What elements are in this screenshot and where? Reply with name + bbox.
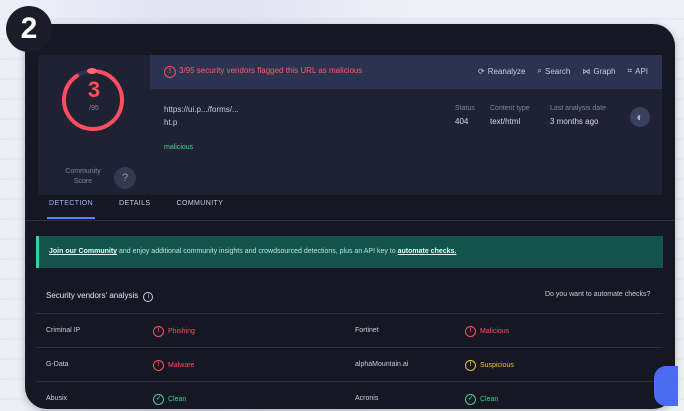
result-label: Suspicious	[480, 362, 514, 369]
search-button[interactable]: ⌕ Search	[538, 66, 571, 76]
result-label: Clean	[168, 396, 187, 403]
graph-icon: ⋈	[582, 66, 591, 76]
header-actions: ⟳ Reanalyze ⌕ Search ⋈ Graph ⌗ API	[478, 66, 648, 76]
vendor-result: ! Suspicious	[465, 360, 514, 371]
tab-divider	[25, 220, 675, 221]
vendor-result: ✓ Clean	[153, 394, 186, 405]
tab-details[interactable]: DETAILS	[117, 200, 152, 219]
result-label: Clean	[480, 396, 499, 403]
vendors-analysis-title: Security vendors' analysis i	[46, 291, 154, 302]
vendor-name: G-Data	[46, 361, 69, 368]
search-icon: ⌕	[537, 66, 542, 75]
warning-icon: !	[153, 326, 164, 337]
community-banner: Join our Community and enjoy additional …	[36, 236, 663, 268]
vendor-result: ! Malware	[153, 360, 194, 371]
result-label: Malware	[168, 362, 195, 369]
vendor-name: Fortinet	[355, 327, 379, 334]
meta-last-analysis: Last analysis date 3 months ago	[550, 105, 607, 126]
row-divider	[36, 313, 663, 314]
tab-detection[interactable]: DETECTION	[47, 200, 96, 219]
warning-icon: !	[153, 360, 164, 371]
detection-score-card: 3 /95 Community Score ?	[38, 55, 150, 195]
vendor-result: ✓ Clean	[465, 394, 498, 405]
alert-icon: !	[164, 66, 176, 78]
result-label: Phishing	[168, 328, 195, 335]
detection-count: 3	[87, 77, 101, 102]
community-score-icon[interactable]: ?	[114, 167, 136, 189]
alert-bar: ! 3/95 security vendors flagged this URL…	[150, 55, 662, 89]
meta-status: Status 404	[455, 105, 475, 126]
automate-checks-link[interactable]: automate checks.	[398, 248, 457, 255]
tab-community[interactable]: COMMUNITY	[175, 200, 226, 219]
row-divider	[36, 347, 663, 348]
tab-bar: DETECTION DETAILS COMMUNITY	[47, 200, 225, 219]
scanned-url[interactable]: https://ui.p.../forms/...	[164, 105, 239, 114]
alert-text: 3/95 security vendors flagged this URL a…	[179, 66, 363, 75]
community-score-label: Community Score	[65, 168, 101, 185]
warning-icon: !	[465, 360, 476, 371]
vendor-name: Abusix	[46, 395, 68, 402]
join-community-link[interactable]: Join our Community	[49, 248, 117, 255]
graph-button[interactable]: ⋈ Graph	[582, 66, 615, 76]
globe-icon: ◐	[630, 107, 650, 127]
chat-widget-button[interactable]	[654, 366, 678, 406]
vendor-result: ! Phishing	[153, 326, 195, 337]
api-icon: ⌗	[627, 66, 633, 75]
vendor-result: ! Malicious	[465, 326, 509, 337]
virustotal-panel: 3 /95 Community Score ? ! 3/95 security …	[25, 24, 675, 409]
automate-checks-prompt[interactable]: Do you want to automate checks?	[545, 291, 650, 298]
vendor-name: Criminal IP	[46, 327, 81, 334]
step-number-badge: 2	[6, 6, 52, 52]
banner-text: Join our Community and enjoy additional …	[49, 248, 457, 255]
api-button[interactable]: ⌗ API	[628, 66, 648, 76]
result-label: Malicious	[480, 328, 510, 335]
detection-total: /95	[89, 105, 99, 112]
vendor-name: Acronis	[355, 395, 379, 402]
url-info-card: ! 3/95 security vendors flagged this URL…	[150, 55, 662, 195]
reanalyze-button[interactable]: ⟳ Reanalyze	[478, 66, 526, 76]
info-icon[interactable]: i	[143, 292, 154, 302]
threat-tag[interactable]: malicious	[164, 144, 193, 151]
check-icon: ✓	[153, 394, 164, 405]
scanned-host: ht.p	[164, 118, 178, 127]
refresh-icon: ⟳	[477, 66, 485, 76]
warning-icon: !	[465, 326, 476, 337]
vendor-name: alphaMountain.ai	[355, 361, 409, 368]
meta-content-type: Content type text/html	[490, 105, 530, 126]
row-divider	[36, 381, 663, 382]
check-icon: ✓	[465, 394, 476, 405]
